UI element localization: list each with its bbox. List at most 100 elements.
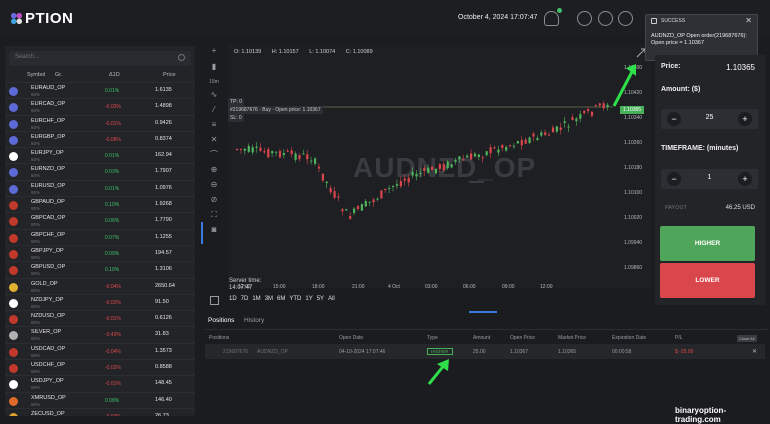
symbol-row[interactable]: EURAUD_OP 80% 0.01% 1.6135 xyxy=(5,82,195,98)
zoom-in-icon[interactable]: ⊕ xyxy=(209,165,219,175)
symbol-payout: 80% xyxy=(31,369,41,375)
col-symbol[interactable]: Symbol xyxy=(27,72,45,78)
layout-grid-icon[interactable] xyxy=(210,296,219,305)
candles-icon[interactable]: ▮ xyxy=(209,62,219,72)
crosshair-icon[interactable]: + xyxy=(209,46,219,56)
symbol-row[interactable]: EURCAD_OP 80% -0.03% 1.4898 xyxy=(5,98,195,114)
symbol-row[interactable]: GOLD_OP 80% -0.04% 2650.64 xyxy=(5,277,195,294)
candle-body xyxy=(466,155,469,158)
col-price[interactable]: Price xyxy=(163,72,176,78)
trendline-icon[interactable]: ⁄ xyxy=(209,105,219,115)
x-tick-label: 15:00 xyxy=(273,284,286,290)
col-pl[interactable]: P/L xyxy=(675,335,683,341)
symbol-change: -0.03% xyxy=(105,104,121,111)
symbol-row[interactable]: GBPUSD_OP 80% 0.10% 1.3106 xyxy=(5,261,195,277)
symbol-row[interactable]: USDCHF_OP 80% -0.02% 0.8588 xyxy=(5,359,195,375)
interval-selector[interactable]: 15m xyxy=(209,77,219,87)
lower-button[interactable]: LOWER xyxy=(660,263,755,298)
brush-icon[interactable]: ⌒ xyxy=(209,150,219,160)
amount-plus-button[interactable]: + xyxy=(738,112,752,126)
zoom-out-icon[interactable]: ⊖ xyxy=(209,180,219,190)
symbol-row[interactable]: NZDUSD_OP 80% -0.01% 0.6126 xyxy=(5,310,195,326)
tab-history[interactable]: History xyxy=(244,317,264,324)
candle-body xyxy=(470,153,473,160)
candle-body xyxy=(278,151,282,158)
symbol-row[interactable]: USDCAD_OP 80% -0.04% 1.3573 xyxy=(5,342,195,359)
symbol-row[interactable]: SILVER_OP 80% -0.43% 31.83 xyxy=(5,326,195,342)
sidebar-scrollbar[interactable] xyxy=(201,222,203,244)
x-tick-label: 06:00 xyxy=(463,284,476,290)
tab-positions[interactable]: Positions xyxy=(208,317,234,324)
col-open-date[interactable]: Open Date xyxy=(339,335,363,341)
gear-icon[interactable] xyxy=(598,11,613,26)
symbol-row[interactable]: USDJPY_OP 80% -0.01% 148.45 xyxy=(5,375,195,391)
magnet-icon[interactable]: ⊘ xyxy=(209,195,219,205)
symbol-row[interactable]: EURJPY_OP 80% 0.01% 162.94 xyxy=(5,147,195,163)
candle-body xyxy=(267,149,270,158)
panel-resize-handle[interactable] xyxy=(469,311,497,313)
symbol-row[interactable]: GBPCHF_OP 80% 0.07% 1.1255 xyxy=(5,228,195,245)
search-input[interactable]: Search... xyxy=(9,51,191,66)
range-5y[interactable]: 5Y xyxy=(317,296,324,302)
price-chart[interactable]: O: 1.10139 H: 1.10157 L: 1.10074 C: 1.10… xyxy=(228,44,650,290)
candle-body xyxy=(438,164,441,169)
range-1d[interactable]: 1D xyxy=(229,296,237,302)
currency-flag-icon xyxy=(9,233,18,243)
candle-body xyxy=(442,164,445,171)
symbol-payout: 80% xyxy=(31,222,41,228)
range-1m[interactable]: 1M xyxy=(252,296,260,302)
fib-icon[interactable]: ≡ xyxy=(209,120,219,130)
symbol-row[interactable]: XMRUSD_OP 80% 0.08% 146.40 xyxy=(5,391,195,408)
col-expiration[interactable]: Expiration Date xyxy=(612,335,646,341)
symbol-row[interactable]: EURUSD_OP 80% 0.01% 1.0976 xyxy=(5,179,195,196)
higher-button[interactable]: HIGHER xyxy=(660,226,755,261)
timeframe-stepper[interactable]: − 1 + xyxy=(661,169,758,189)
col-type[interactable]: Type xyxy=(427,335,438,341)
symbol-row[interactable]: GBPCAD_OP 80% 0.06% 1.7790 xyxy=(5,212,195,228)
symbol-payout: 80% xyxy=(31,271,41,277)
timeframe-plus-button[interactable]: + xyxy=(738,172,752,186)
range-ytd[interactable]: YTD xyxy=(289,296,301,302)
candle-body xyxy=(520,139,523,146)
bell-icon[interactable] xyxy=(544,11,559,26)
symbol-row[interactable]: GBPAUD_OP 80% 0.10% 1.9268 xyxy=(5,196,195,212)
col-market-price[interactable]: Market Price xyxy=(558,335,586,341)
app-logo[interactable]: PTION xyxy=(10,10,73,27)
success-toast: SUCCESS ✕ AUDNZD_OP Open order(219687676… xyxy=(645,14,758,61)
search-icon[interactable] xyxy=(178,54,185,61)
fullscreen-icon[interactable]: ⛶ xyxy=(209,210,219,220)
candle-body xyxy=(282,153,285,156)
col-amount[interactable]: Amount xyxy=(473,335,490,341)
camera-icon[interactable]: ◙ xyxy=(209,225,219,235)
symbol-row[interactable]: EURNZD_OP 80% 0.03% 1.7907 xyxy=(5,163,195,179)
price-label: Price: xyxy=(661,63,681,70)
symbol-row[interactable]: GBPJPY_OP 80% 0.09% 194.57 xyxy=(5,244,195,261)
power-icon[interactable] xyxy=(618,11,633,26)
dashboard-icon[interactable] xyxy=(577,11,592,26)
pattern-icon[interactable]: ✕ xyxy=(209,135,219,145)
symbol-row[interactable]: ZECUSD_OP 80% -0.93% 26.73 xyxy=(5,407,195,416)
close-icon[interactable]: ✕ xyxy=(745,16,752,25)
symbol-payout: 80% xyxy=(31,173,41,179)
amount-stepper[interactable]: − 25 + xyxy=(661,109,758,129)
server-time-value: 14:07:47 xyxy=(229,285,253,291)
range-all[interactable]: All xyxy=(328,296,335,302)
col-open-price[interactable]: Open Price xyxy=(510,335,535,341)
line-tool-icon[interactable]: ∿ xyxy=(209,90,219,100)
close-all-button[interactable]: Close All xyxy=(737,335,757,342)
symbol-row[interactable]: EURGBP_OP 80% -0.08% 0.8374 xyxy=(5,130,195,147)
candle-body xyxy=(263,151,266,153)
symbol-name: GBPJPY_OP xyxy=(31,247,64,254)
range-3m[interactable]: 3M xyxy=(265,296,273,302)
range-6m[interactable]: 6M xyxy=(277,296,285,302)
range-7d[interactable]: 7D xyxy=(241,296,249,302)
symbol-row[interactable]: EURCHF_OP 80% -0.01% 0.9426 xyxy=(5,114,195,131)
range-1y[interactable]: 1Y xyxy=(305,296,312,302)
col-group[interactable]: Gr. xyxy=(55,72,62,78)
symbol-price: 31.83 xyxy=(155,331,169,338)
symbol-row[interactable]: NZDJPY_OP 80% -0.02% 91.50 xyxy=(5,293,195,310)
col-change[interactable]: Δ1D xyxy=(109,72,120,78)
close-position-icon[interactable]: ✕ xyxy=(752,348,757,355)
col-positions[interactable]: Positions xyxy=(209,335,229,341)
position-row[interactable]: 219687676 AUDNZD_OP 04-10-2024 17:07:46 … xyxy=(205,344,765,359)
